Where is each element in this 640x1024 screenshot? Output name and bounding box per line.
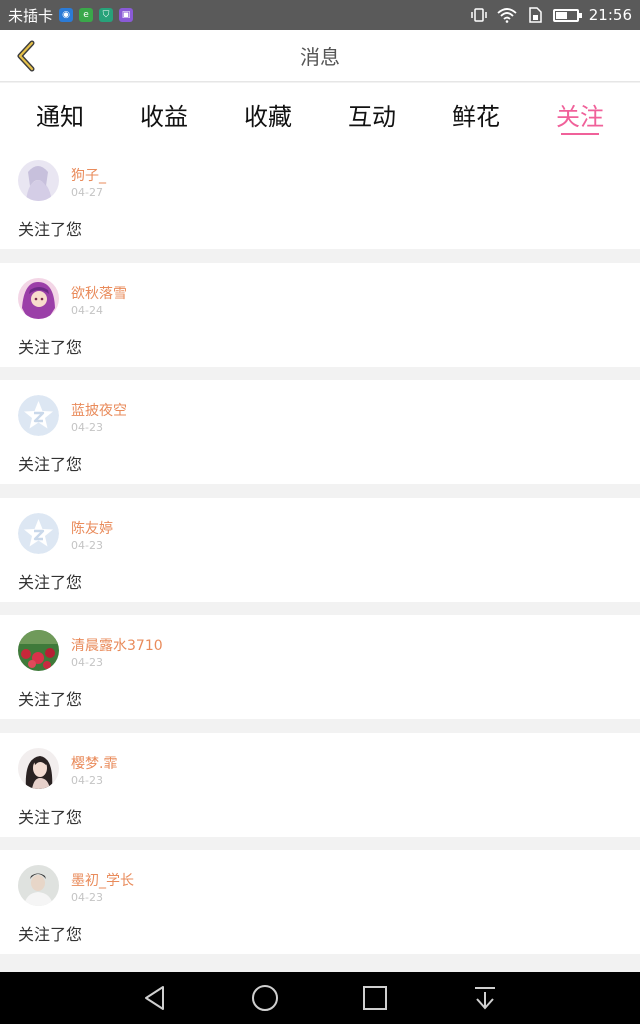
notification-text: 关注了您 [18,455,83,474]
username-link[interactable]: 蓝披夜空 [71,400,127,420]
vibrate-icon [471,8,487,22]
username-link[interactable]: 狗子_ [71,165,106,185]
pull-down-icon [475,987,495,1010]
nav-recents-button[interactable] [355,978,395,1018]
notification-text: 关注了您 [18,690,83,709]
avatar[interactable] [18,630,59,671]
notification-date: 04-23 [71,891,103,904]
garden-flowers-avatar-icon [18,630,59,671]
notification-date: 04-23 [71,421,103,434]
notification-date: 04-27 [71,186,103,199]
tab-favorites[interactable]: 收藏 [244,83,292,145]
tab-notifications[interactable]: 通知 [36,83,84,145]
sim-icon [529,7,542,23]
carrier-label: 未插卡 [8,6,54,25]
username-link[interactable]: 陈友婷 [71,518,113,538]
nav-back-button[interactable] [135,978,175,1018]
notification-date: 04-23 [71,773,103,787]
system-nav-bar [0,972,640,1024]
tab-flowers[interactable]: 鲜花 [452,83,500,145]
notification-text: 关注了您 [18,925,83,944]
default-star-avatar-icon [18,395,59,436]
wifi-icon [497,8,517,23]
notification-date: 04-23 [71,656,103,669]
username-link[interactable]: 欲秋落雪 [71,283,127,303]
list-item[interactable]: 清晨露水3710 04-23 关注了您 [0,615,640,719]
nav-notification-shade-button[interactable] [465,978,505,1018]
username-link[interactable]: 清晨露水3710 [71,635,163,655]
circle-home-icon [252,985,278,1011]
notification-date: 04-24 [71,303,103,317]
list-item[interactable]: 樱梦.霏 04-23 关注了您 [0,732,640,837]
avatar[interactable] [18,865,59,906]
tab-earnings[interactable]: 收益 [140,83,188,145]
notification-list: 狗子_ 04-27 关注了您 欲秋落雪 04-24 关注了您 蓝披夜空 04-2… [0,145,640,968]
tab-bar: 通知 收益 收藏 互动 鲜花 关注 [0,83,640,145]
man-portrait-avatar-icon [18,865,59,906]
notification-text: 关注了您 [18,572,83,592]
anime-purple-hair-avatar-icon [18,277,59,319]
notification-date: 04-23 [71,538,103,552]
avatar[interactable] [18,160,59,201]
square-recents-icon [363,986,387,1010]
list-item[interactable]: 狗子_ 04-27 关注了您 [0,145,640,249]
username-link[interactable]: 墨初_学长 [71,870,134,890]
notification-text: 关注了您 [18,807,83,827]
avatar[interactable] [18,512,59,554]
back-button[interactable] [6,36,46,76]
status-bar: 未插卡 ◉ e ⛉ ▣ 21:56 [0,0,640,30]
browser-app-icon: ◉ [59,8,74,22]
notification-text: 关注了您 [18,220,83,239]
image-app-icon: ▣ [119,8,134,22]
anime-girl-avatar-icon [18,160,59,201]
triangle-back-icon [145,986,164,1010]
notification-text: 关注了您 [18,337,83,357]
list-item[interactable]: 欲秋落雪 04-24 关注了您 [0,262,640,367]
tab-follows[interactable]: 关注 [556,83,604,145]
list-item[interactable]: 蓝披夜空 04-23 关注了您 [0,380,640,484]
battery-icon [552,8,582,22]
username-link[interactable]: 樱梦.霏 [71,753,117,773]
avatar[interactable] [18,277,59,319]
ie-app-icon: e [79,8,94,22]
list-item[interactable]: 陈友婷 04-23 关注了您 [0,497,640,602]
tab-interactions[interactable]: 互动 [348,83,396,145]
app-header: 消息 [0,30,640,82]
clock: 21:56 [588,6,632,24]
list-item[interactable]: 墨初_学长 04-23 关注了您 [0,850,640,954]
nav-home-button[interactable] [245,978,285,1018]
default-star-avatar-icon [18,512,59,554]
shield-app-icon: ⛉ [99,8,114,22]
page-title: 消息 [300,45,340,69]
back-arrow-icon [17,40,35,72]
avatar[interactable] [18,747,59,789]
avatar[interactable] [18,395,59,436]
woman-portrait-avatar-icon [18,747,59,789]
